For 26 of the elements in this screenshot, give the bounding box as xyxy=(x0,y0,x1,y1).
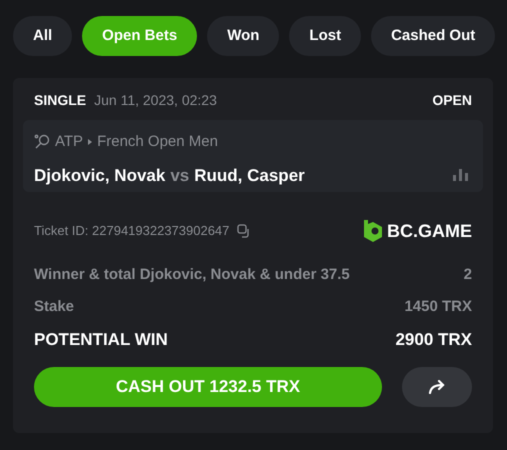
brand-name: BC.GAME xyxy=(387,220,472,242)
potential-win-label: POTENTIAL WIN xyxy=(34,329,168,351)
filter-tab[interactable]: Cashed Out xyxy=(371,16,496,56)
home-player: Djokovic, Novak xyxy=(34,164,166,186)
versus-label: vs xyxy=(170,164,190,186)
potential-win-value: 2900 TRX xyxy=(395,329,472,351)
stats-icon[interactable] xyxy=(453,169,468,182)
chevron-right-icon xyxy=(88,139,92,146)
brand-logo-icon xyxy=(363,219,383,243)
copy-icon[interactable] xyxy=(237,224,252,238)
filter-tab[interactable]: All xyxy=(13,16,72,56)
share-button[interactable] xyxy=(402,366,472,406)
stake-value: 1450 TRX xyxy=(404,296,472,316)
stake-label: Stake xyxy=(34,296,74,316)
selection-label: Winner & total Djokovic, Novak & under 37.5 xyxy=(34,265,350,285)
share-arrow-icon xyxy=(428,380,446,394)
bet-date: Jun 11, 2023, 02:23 xyxy=(94,90,217,110)
bet-status: OPEN xyxy=(432,90,472,110)
filter-tab[interactable]: Lost xyxy=(289,16,362,56)
tour-label: ATP xyxy=(55,132,84,152)
bet-type: SINGLE xyxy=(34,90,86,110)
filter-tab[interactable]: Won xyxy=(207,16,280,56)
odds-value: 2 xyxy=(464,265,472,285)
away-player: Ruud, Casper xyxy=(194,164,305,186)
tournament-name: French Open Men xyxy=(97,132,218,152)
ticket-id: Ticket ID: 2279419322373902647 xyxy=(34,222,230,240)
